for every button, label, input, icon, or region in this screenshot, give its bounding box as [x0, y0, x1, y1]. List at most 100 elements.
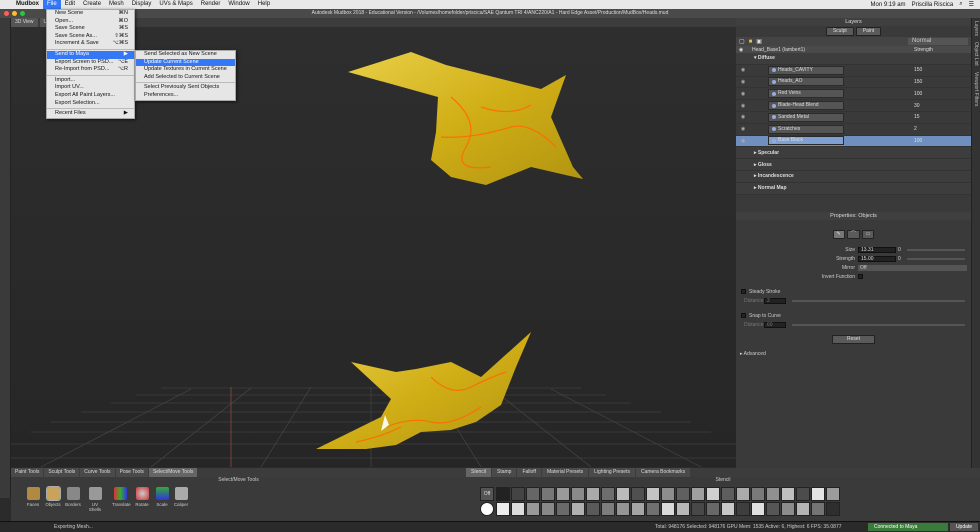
- stencil-swatch[interactable]: [511, 502, 525, 516]
- menu-item-export-psd[interactable]: Export Screen to PSD... ⌥E: [47, 59, 134, 67]
- stencil-swatch[interactable]: [586, 502, 600, 516]
- stencil-swatch[interactable]: [706, 487, 720, 501]
- stencil-swatch[interactable]: [571, 487, 585, 501]
- layer-row[interactable]: ◉ Heads_CAVITY 150: [736, 65, 971, 77]
- layer-name[interactable]: Red Veins: [768, 89, 844, 99]
- layer-strength[interactable]: 150: [911, 67, 971, 73]
- menu-edit[interactable]: Edit: [61, 0, 79, 9]
- menu-item-reimport-psd[interactable]: Re-Import from PSD... ⌥R: [47, 66, 134, 74]
- tool-borders[interactable]: Borders: [65, 487, 81, 507]
- menu-item-import[interactable]: Import...: [47, 77, 134, 85]
- user-name[interactable]: Priscilla Riscica: [912, 2, 954, 8]
- tool-uv-shells[interactable]: UV Shells: [87, 487, 103, 512]
- eye-icon[interactable]: ◉: [736, 79, 750, 85]
- eye-icon[interactable]: ◉: [736, 126, 750, 132]
- layer-row[interactable]: ◉ Sanded Metal 15: [736, 112, 971, 124]
- eye-icon[interactable]: ◉: [736, 67, 750, 73]
- stencil-swatch[interactable]: [601, 487, 615, 501]
- tab-camera-bookmarks[interactable]: Camera Bookmarks: [635, 468, 691, 477]
- layer-visibility-icon[interactable]: ◉: [736, 47, 746, 53]
- layer-group-specular[interactable]: ▸ Specular: [736, 147, 971, 160]
- menu-window[interactable]: Window: [224, 0, 253, 9]
- invert-checkbox[interactable]: [858, 274, 863, 279]
- tab-pose-tools[interactable]: Pose Tools: [115, 468, 148, 477]
- tool-translate[interactable]: Translate: [112, 487, 131, 507]
- stencil-swatch[interactable]: [556, 502, 570, 516]
- stencil-swatch[interactable]: [541, 487, 555, 501]
- stencil-swatch[interactable]: [631, 502, 645, 516]
- menu-item-export-selection[interactable]: Export Selection...: [47, 100, 134, 108]
- layer-name[interactable]: Blade-Head Blend: [768, 101, 844, 111]
- menu-item-new-scene[interactable]: New Scene ⌘N: [47, 10, 134, 18]
- side-tab-object-list[interactable]: Object List: [972, 39, 980, 69]
- tab-falloff[interactable]: Falloff: [517, 468, 541, 477]
- update-button[interactable]: Update: [950, 523, 978, 531]
- stencil-swatch[interactable]: [766, 502, 780, 516]
- stencil-swatch[interactable]: [751, 502, 765, 516]
- layer-strength[interactable]: 100: [911, 91, 971, 97]
- eye-icon[interactable]: ◉: [736, 103, 750, 109]
- layer-name[interactable]: Heads_AO: [768, 77, 844, 87]
- stencil-swatch[interactable]: [826, 502, 840, 516]
- stencil-swatch[interactable]: [781, 502, 795, 516]
- stencil-swatch[interactable]: [811, 487, 825, 501]
- submenu-select-previously-sent[interactable]: Select Previously Sent Objects: [136, 84, 235, 92]
- submenu-send-selected-new-scene[interactable]: Send Selected as New Scene: [136, 51, 235, 59]
- tab-curve-tools[interactable]: Curve Tools: [80, 468, 115, 477]
- submenu-update-current-scene[interactable]: Update Current Scene: [136, 58, 235, 67]
- stencil-swatch[interactable]: [496, 487, 510, 501]
- eye-icon[interactable]: ◉: [736, 138, 750, 144]
- stencil-swatch[interactable]: [691, 487, 705, 501]
- strength-slider[interactable]: [906, 257, 965, 260]
- layer-row[interactable]: ◉ Blade-Head Blend 30: [736, 100, 971, 112]
- menu-create[interactable]: Create: [79, 0, 105, 9]
- stencil-swatch[interactable]: [526, 487, 540, 501]
- maximize-window-icon[interactable]: [20, 11, 25, 16]
- strength-field[interactable]: 15.00: [858, 255, 896, 262]
- stencil-swatch[interactable]: [616, 487, 630, 501]
- stencil-swatch[interactable]: [646, 487, 660, 501]
- layer-strength[interactable]: 15: [911, 114, 971, 120]
- submenu-preferences[interactable]: Preferences...: [136, 92, 235, 100]
- size-slider[interactable]: [906, 248, 965, 251]
- stencil-swatch[interactable]: [571, 502, 585, 516]
- tab-select-move-tools[interactable]: Select/Move Tools: [148, 468, 198, 477]
- layer-row-selected[interactable]: ◉ Base Black 100: [736, 135, 971, 148]
- stencil-swatch[interactable]: [586, 487, 600, 501]
- stencil-swatch[interactable]: [736, 487, 750, 501]
- layer-name[interactable]: Base Black: [768, 136, 844, 146]
- steady-distance-slider[interactable]: [792, 299, 965, 302]
- clock[interactable]: Mon 9:19 am: [871, 2, 906, 8]
- snap-to-curve-checkbox[interactable]: [741, 313, 746, 318]
- stencil-swatch[interactable]: [751, 487, 765, 501]
- stencil-swatch[interactable]: [601, 502, 615, 516]
- stencil-swatch[interactable]: [721, 502, 735, 516]
- new-layer-icon[interactable]: ▢: [739, 38, 745, 45]
- stencil-swatch[interactable]: [496, 502, 510, 516]
- menu-app[interactable]: Mudbox: [12, 0, 43, 9]
- stencil-swatch[interactable]: [616, 502, 630, 516]
- lower-blade-mesh[interactable]: [316, 332, 531, 449]
- eye-icon[interactable]: ◉: [736, 91, 750, 97]
- stencil-swatch[interactable]: [661, 487, 675, 501]
- stencil-swatch[interactable]: [736, 502, 750, 516]
- size-field[interactable]: 13.31: [858, 246, 896, 253]
- menu-help[interactable]: Help: [254, 0, 274, 9]
- folder-icon[interactable]: ■: [749, 39, 753, 45]
- tab-stamp[interactable]: Stamp: [492, 468, 517, 477]
- stencil-swatch[interactable]: [721, 487, 735, 501]
- minimize-window-icon[interactable]: [12, 11, 17, 16]
- stencil-off-swatch[interactable]: Off: [480, 487, 494, 501]
- stencil-swatch[interactable]: [691, 502, 705, 516]
- duplicate-icon[interactable]: ▣: [756, 38, 762, 45]
- layer-strength[interactable]: 150: [911, 79, 971, 85]
- stencil-swatch[interactable]: [811, 502, 825, 516]
- stencil-swatch[interactable]: [646, 502, 660, 516]
- layer-name[interactable]: Heads_CAVITY: [768, 65, 844, 75]
- tool-scale[interactable]: Scale: [154, 487, 170, 507]
- stencil-swatch[interactable]: [796, 502, 810, 516]
- tab-paint[interactable]: Paint: [855, 27, 882, 36]
- tab-material-presets[interactable]: Material Presets: [542, 468, 589, 477]
- tab-sculpt[interactable]: Sculpt: [825, 27, 854, 36]
- tab-lighting-presets[interactable]: Lighting Presets: [589, 468, 635, 477]
